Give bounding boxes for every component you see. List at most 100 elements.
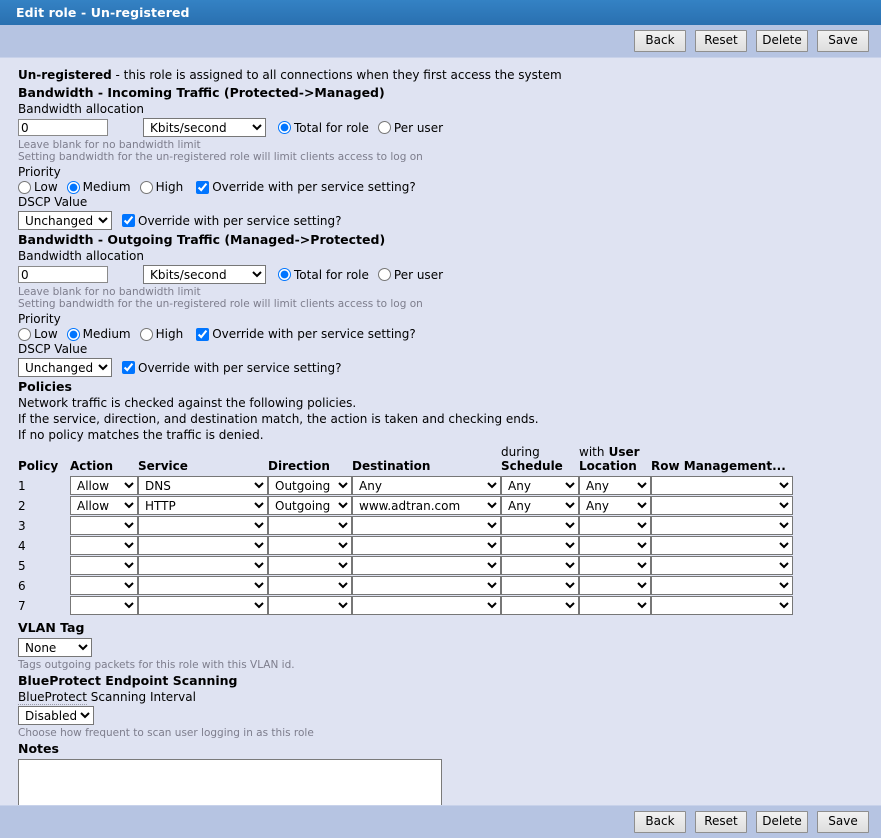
incoming-priority-override-checkbox[interactable]: Override with per service setting? <box>196 180 416 194</box>
policy-destination-select-5[interactable] <box>352 556 501 575</box>
policy-direction-select-1[interactable]: Outgoing <box>268 476 352 495</box>
outgoing-priority-high-input[interactable] <box>139 327 153 341</box>
back-button-bottom[interactable]: Back <box>634 811 686 833</box>
policy-row-management-select-1[interactable] <box>651 476 793 495</box>
incoming-priority-high-input[interactable] <box>139 180 153 194</box>
outgoing-priority-high-radio[interactable]: High <box>139 327 183 341</box>
policy-destination-select-3[interactable] <box>352 516 501 535</box>
outgoing-dscp-select[interactable]: UnchangedBest EffortClass Selector 1 <box>18 358 112 377</box>
policy-number: 4 <box>18 538 26 553</box>
notes-textarea[interactable] <box>18 759 442 807</box>
policy-row-management-select-6[interactable] <box>651 576 793 595</box>
policy-destination-select-4[interactable] <box>352 536 501 555</box>
incoming-priority-low-input[interactable] <box>18 180 31 194</box>
policy-action-select-3[interactable] <box>70 516 138 535</box>
vlan-heading: VLAN Tag <box>18 620 85 635</box>
policy-row-management-select-2[interactable] <box>651 496 793 515</box>
policy-direction-select-3[interactable] <box>268 516 352 535</box>
policy-service-select-4[interactable] <box>138 536 268 555</box>
outgoing-bandwidth-input[interactable] <box>18 266 108 283</box>
delete-button-top[interactable]: Delete <box>756 30 808 52</box>
blueprotect-interval-select[interactable]: Disabled <box>18 706 94 725</box>
policy-action-select-4[interactable] <box>70 536 138 555</box>
policy-schedule-select-3[interactable] <box>501 516 579 535</box>
outgoing-dscp-override-input[interactable] <box>122 361 135 374</box>
policy-destination-select-2[interactable]: www.adtran.com <box>352 496 501 515</box>
outgoing-priority-low-input[interactable] <box>18 327 31 341</box>
policy-schedule-select-5[interactable] <box>501 556 579 575</box>
policy-action-select-2[interactable]: Allow <box>70 496 138 515</box>
policy-location-select-2[interactable]: Any <box>579 496 651 515</box>
save-button-top[interactable]: Save <box>817 30 869 52</box>
incoming-bandwidth-input[interactable] <box>18 119 108 136</box>
policy-location-select-4[interactable] <box>579 536 651 555</box>
delete-button-bottom[interactable]: Delete <box>756 811 808 833</box>
policy-service-select-3[interactable] <box>138 516 268 535</box>
outgoing-per-user-input[interactable] <box>377 268 391 281</box>
policy-location-select-7[interactable] <box>579 596 651 615</box>
policy-row-management-select-4[interactable] <box>651 536 793 555</box>
policy-schedule-select-2[interactable]: Any <box>501 496 579 515</box>
outgoing-per-user-radio[interactable]: Per user <box>377 268 443 282</box>
outgoing-total-for-role-radio[interactable]: Total for role <box>278 268 369 282</box>
policy-service-select-5[interactable] <box>138 556 268 575</box>
policy-direction-select-4[interactable] <box>268 536 352 555</box>
policy-row-management-select-3[interactable] <box>651 516 793 535</box>
policy-schedule-select-7[interactable] <box>501 596 579 615</box>
policy-action-select-1[interactable]: Allow <box>70 476 138 495</box>
policy-direction-select-7[interactable] <box>268 596 352 615</box>
policy-service-select-7[interactable] <box>138 596 268 615</box>
policy-location-select-5[interactable] <box>579 556 651 575</box>
policy-schedule-select-6[interactable] <box>501 576 579 595</box>
policy-destination-select-6[interactable] <box>352 576 501 595</box>
policy-service-select-2[interactable]: HTTP <box>138 496 268 515</box>
policies-header-row: Policy Action Service Direction Destinat… <box>18 445 793 476</box>
policy-location-select-1[interactable]: Any <box>579 476 651 495</box>
policy-schedule-select-1[interactable]: Any <box>501 476 579 495</box>
incoming-priority-medium-radio[interactable]: Medium <box>66 180 131 194</box>
outgoing-bandwidth-unit-select[interactable]: Kbits/secondMbits/second <box>143 265 266 284</box>
incoming-dscp-override-checkbox[interactable]: Override with per service setting? <box>122 214 342 228</box>
policy-row-management-select-7[interactable] <box>651 596 793 615</box>
policy-service-select-1[interactable]: DNS <box>138 476 268 495</box>
incoming-dscp-override-input[interactable] <box>122 214 135 227</box>
policy-schedule-select-4[interactable] <box>501 536 579 555</box>
reset-button-bottom[interactable]: Reset <box>695 811 747 833</box>
back-button-top[interactable]: Back <box>634 30 686 52</box>
incoming-per-user-input[interactable] <box>377 121 391 134</box>
policy-destination-select-7[interactable] <box>352 596 501 615</box>
policy-direction-select-6[interactable] <box>268 576 352 595</box>
policy-row-management-select-5[interactable] <box>651 556 793 575</box>
incoming-priority-override-input[interactable] <box>196 180 210 194</box>
save-button-bottom[interactable]: Save <box>817 811 869 833</box>
policy-direction-select-5[interactable] <box>268 556 352 575</box>
outgoing-priority-medium-label: Medium <box>82 327 131 341</box>
incoming-priority-high-radio[interactable]: High <box>139 180 183 194</box>
policy-destination-select-1[interactable]: Any <box>352 476 501 495</box>
outgoing-priority-override-checkbox[interactable]: Override with per service setting? <box>196 327 416 341</box>
outgoing-priority-low-radio[interactable]: Low <box>18 327 58 341</box>
policy-location-select-6[interactable] <box>579 576 651 595</box>
policy-service-select-6[interactable] <box>138 576 268 595</box>
incoming-total-for-role-radio[interactable]: Total for role <box>278 121 369 135</box>
vlan-tag-select[interactable]: None <box>18 638 92 657</box>
policy-action-select-5[interactable] <box>70 556 138 575</box>
outgoing-priority-medium-radio[interactable]: Medium <box>66 327 131 341</box>
cell-direction <box>268 556 352 576</box>
policy-action-select-7[interactable] <box>70 596 138 615</box>
policy-location-select-3[interactable] <box>579 516 651 535</box>
policy-action-select-6[interactable] <box>70 576 138 595</box>
incoming-dscp-select[interactable]: UnchangedBest EffortClass Selector 1 <box>18 211 112 230</box>
incoming-bandwidth-unit-select[interactable]: Kbits/secondMbits/second <box>143 118 266 137</box>
outgoing-dscp-override-checkbox[interactable]: Override with per service setting? <box>122 361 342 375</box>
cell-location <box>579 556 651 576</box>
incoming-priority-low-radio[interactable]: Low <box>18 180 58 194</box>
outgoing-total-for-role-input[interactable] <box>278 268 291 281</box>
incoming-priority-medium-input[interactable] <box>66 180 80 194</box>
outgoing-priority-medium-input[interactable] <box>66 327 80 341</box>
outgoing-priority-override-input[interactable] <box>196 327 210 341</box>
incoming-per-user-radio[interactable]: Per user <box>377 121 443 135</box>
reset-button-top[interactable]: Reset <box>695 30 747 52</box>
policy-direction-select-2[interactable]: Outgoing <box>268 496 352 515</box>
incoming-total-for-role-input[interactable] <box>278 121 291 134</box>
